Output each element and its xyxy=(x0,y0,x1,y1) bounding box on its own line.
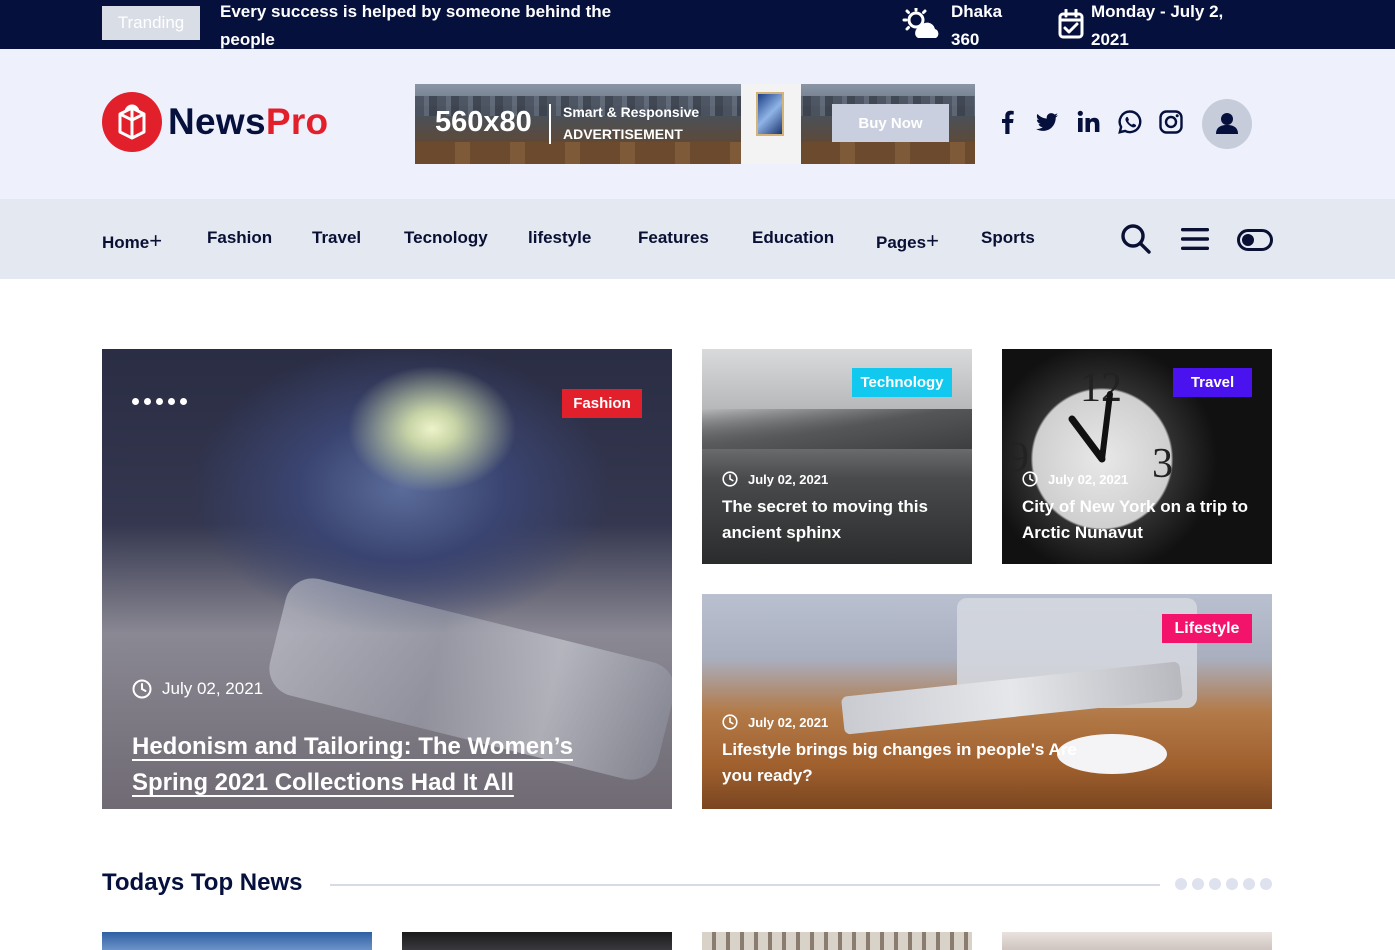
post-date: July 02, 2021 xyxy=(748,471,829,487)
nav-item-sports[interactable]: Sports xyxy=(981,228,1035,248)
plus-icon: + xyxy=(149,228,163,253)
logo-text-pro: Pro xyxy=(265,101,329,142)
news-thumbnail[interactable] xyxy=(102,932,372,950)
advertisement-banner[interactable]: 560x80 Smart & Responsive ADVERTISEMENT … xyxy=(415,84,975,164)
user-icon xyxy=(1216,113,1238,134)
trending-badge[interactable]: Tranding xyxy=(102,6,200,40)
logo-text[interactable]: NewsPro xyxy=(168,101,328,143)
post-title[interactable]: Hedonism and Tailoring: The Women’s Spri… xyxy=(132,729,632,801)
nav-item-label: Pages xyxy=(876,233,927,252)
carousel-dot[interactable] xyxy=(1260,878,1272,890)
ad-painting-image xyxy=(741,84,801,164)
weather-city: Dhaka xyxy=(951,2,1003,21)
carousel-dot[interactable] xyxy=(1192,878,1204,890)
carousel-dot[interactable] xyxy=(1243,878,1255,890)
search-icon[interactable] xyxy=(1120,223,1152,255)
svg-text:3: 3 xyxy=(1152,441,1173,487)
post-date: July 02, 2021 xyxy=(1048,471,1129,487)
mountains-shape xyxy=(702,409,972,449)
user-avatar-button[interactable] xyxy=(1202,99,1252,149)
news-thumbnail[interactable] xyxy=(702,932,972,950)
post-date: July 02, 2021 xyxy=(748,714,829,730)
weather-info: Dhaka 360 xyxy=(951,0,1011,54)
ad-divider xyxy=(549,104,551,144)
plus-icon: + xyxy=(926,228,939,253)
post-meta: July 02, 2021 xyxy=(1022,471,1128,487)
clock-icon xyxy=(722,471,738,487)
nav-item-label: Home xyxy=(102,233,150,252)
nav-item-education[interactable]: Education xyxy=(752,228,834,248)
instagram-icon[interactable] xyxy=(1158,109,1184,135)
category-badge-technology[interactable]: Technology xyxy=(852,368,952,397)
main-navigation: Home+ Fashion Travel Tecnology lifestyle… xyxy=(0,199,1395,279)
calendar-check-icon xyxy=(1058,9,1084,39)
logo-text-news: News xyxy=(168,101,266,142)
nav-item-lifestyle[interactable]: lifestyle xyxy=(528,228,591,248)
trending-headline[interactable]: Every success is helped by someone behin… xyxy=(220,0,640,54)
post-title[interactable]: The secret to moving this ancient sphinx xyxy=(722,494,962,546)
site-header: NewsPro 560x80 Smart & Responsive ADVERT… xyxy=(0,49,1395,199)
linkedin-icon[interactable] xyxy=(1076,109,1102,135)
carousel-dot[interactable] xyxy=(1175,878,1187,890)
clock-icon xyxy=(132,679,152,699)
carousel-dot[interactable] xyxy=(1209,878,1221,890)
nav-item-fashion[interactable]: Fashion xyxy=(207,228,272,248)
post-title[interactable]: Lifestyle brings big changes in people's… xyxy=(722,737,1082,789)
section-divider xyxy=(330,884,1160,886)
post-meta: July 02, 2021 xyxy=(722,714,828,730)
logo-icon[interactable] xyxy=(102,92,162,152)
nav-item-home[interactable]: Home+ xyxy=(102,228,162,254)
news-thumbnail[interactable] xyxy=(402,932,672,950)
theme-toggle-icon[interactable] xyxy=(1237,229,1273,251)
whatsapp-icon[interactable] xyxy=(1117,109,1143,135)
facebook-icon[interactable] xyxy=(995,109,1021,135)
weather-sun-cloud-icon xyxy=(902,8,939,38)
ad-line-1: Smart & Responsive xyxy=(563,104,700,120)
slider-dots[interactable] xyxy=(132,398,187,405)
nav-item-tecnology[interactable]: Tecnology xyxy=(404,228,488,248)
carousel-dot[interactable] xyxy=(1226,878,1238,890)
post-meta: July 02, 2021 xyxy=(722,471,828,487)
buy-now-button[interactable]: Buy Now xyxy=(832,104,949,142)
nav-item-pages[interactable]: Pages+ xyxy=(876,228,939,254)
post-date: July 02, 2021 xyxy=(162,679,264,698)
section-title: Todays Top News xyxy=(102,869,303,896)
post-meta: July 02, 2021 xyxy=(132,679,263,699)
ad-line-2: ADVERTISEMENT xyxy=(563,126,683,142)
current-date: Monday - July 2, 2021 xyxy=(1091,2,1224,49)
featured-card-lifestyle[interactable]: Lifestyle July 02, 2021 Lifestyle brings… xyxy=(702,594,1272,809)
featured-card-travel[interactable]: 12 3 9 Travel July 02, 2021 City of New … xyxy=(1002,349,1272,564)
category-badge-lifestyle[interactable]: Lifestyle xyxy=(1162,614,1252,643)
ad-size-label: 560x80 xyxy=(435,106,532,138)
featured-card-technology[interactable]: Technology July 02, 2021 The secret to m… xyxy=(702,349,972,564)
category-badge-fashion[interactable]: Fashion xyxy=(562,389,642,418)
ad-background-bench xyxy=(415,142,975,164)
top-bar: Tranding Every success is helped by some… xyxy=(0,0,1395,49)
featured-main-card[interactable]: Fashion July 02, 2021 Hedonism and Tailo… xyxy=(102,349,672,809)
svg-text:12: 12 xyxy=(1080,365,1122,411)
clock-icon xyxy=(1022,471,1038,487)
nav-item-features[interactable]: Features xyxy=(638,228,709,248)
nav-item-travel[interactable]: Travel xyxy=(312,228,361,248)
twitter-icon[interactable] xyxy=(1034,109,1060,135)
clock-icon xyxy=(722,714,738,730)
post-title[interactable]: City of New York on a trip to Arctic Nun… xyxy=(1022,494,1267,546)
menu-icon[interactable] xyxy=(1181,227,1209,251)
category-badge-travel[interactable]: Travel xyxy=(1173,368,1252,397)
news-thumbnail[interactable] xyxy=(1002,932,1272,950)
